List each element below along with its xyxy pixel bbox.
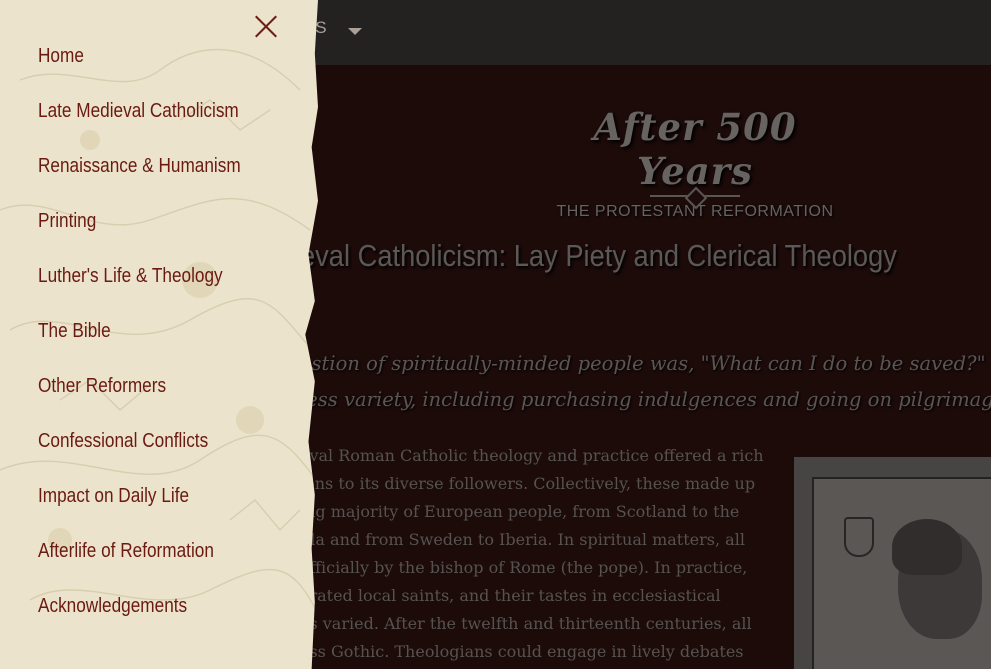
- menu-link-acknowledgements[interactable]: Acknowledgements: [38, 592, 187, 620]
- menu-item-printing: Printing: [38, 207, 274, 262]
- menu-item-acknowledgements: Acknowledgements: [38, 592, 274, 647]
- menu-item-luthers-life-theology: Luther's Life & Theology: [38, 262, 274, 317]
- menu-link-renaissance-humanism[interactable]: Renaissance & Humanism: [38, 152, 241, 180]
- menu-item-afterlife-of-reformation: Afterlife of Reformation: [38, 537, 274, 592]
- menu-link-home[interactable]: Home: [38, 42, 84, 70]
- caret-down-icon[interactable]: [348, 28, 362, 35]
- menu-link-other-reformers[interactable]: Other Reformers: [38, 372, 166, 400]
- menu-link-the-bible[interactable]: The Bible: [38, 317, 111, 345]
- menu-link-confessional-conflicts[interactable]: Confessional Conflicts: [38, 427, 208, 455]
- menu-link-impact-on-daily-life[interactable]: Impact on Daily Life: [38, 482, 189, 510]
- close-icon[interactable]: [252, 12, 280, 40]
- main-menu: Home Late Medieval Catholicism Renaissan…: [38, 42, 274, 647]
- menu-link-luthers-life-theology[interactable]: Luther's Life & Theology: [38, 262, 223, 290]
- menu-item-late-medieval-catholicism: Late Medieval Catholicism: [38, 97, 274, 152]
- menu-item-the-bible: The Bible: [38, 317, 274, 372]
- menu-link-afterlife-of-reformation[interactable]: Afterlife of Reformation: [38, 537, 214, 565]
- side-menu-drawer: Home Late Medieval Catholicism Renaissan…: [0, 0, 318, 669]
- menu-item-confessional-conflicts: Confessional Conflicts: [38, 427, 274, 482]
- menu-item-renaissance-humanism: Renaissance & Humanism: [38, 152, 274, 207]
- menu-link-printing[interactable]: Printing: [38, 207, 96, 235]
- menu-item-impact-on-daily-life: Impact on Daily Life: [38, 482, 274, 537]
- menu-item-other-reformers: Other Reformers: [38, 372, 274, 427]
- menu-link-late-medieval-catholicism[interactable]: Late Medieval Catholicism: [38, 97, 239, 125]
- menu-item-home: Home: [38, 42, 274, 97]
